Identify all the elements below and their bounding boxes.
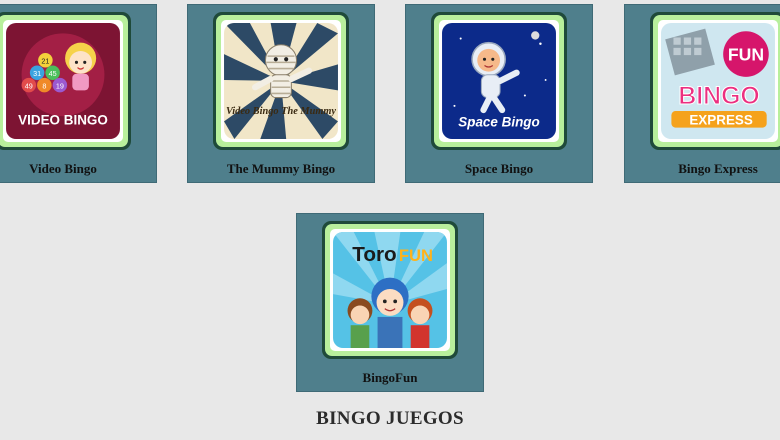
space-bingo-thumbnail[interactable]: Space Bingo (442, 23, 556, 139)
ball-21: 21 (41, 56, 49, 65)
game-card-space-bingo[interactable]: Space Bingo Space Bingo (405, 4, 593, 183)
game-card-bingo-express[interactable]: FUN BINGO EXPRESS Bingo Express (624, 4, 780, 183)
game-card-bingofun[interactable]: Toro FUN BingoFun (296, 213, 484, 392)
ball-8: 8 (42, 81, 46, 90)
game-title[interactable]: Video Bingo (0, 161, 156, 177)
game-title[interactable]: BingoFun (297, 370, 483, 386)
express-art-text: EXPRESS (689, 113, 753, 128)
ball-49: 49 (25, 81, 33, 90)
video-bingo-thumbnail[interactable]: 21 31 45 49 8 19 VIDEO BINGO (6, 23, 120, 139)
section-heading: BINGO JUEGOS (316, 408, 464, 429)
fun-badge-text: FUN (728, 44, 764, 64)
toro-art-text: Toro (352, 243, 396, 266)
mummy-art-text: Video Bingo The Mummy (226, 106, 336, 117)
ball-19: 19 (56, 81, 64, 90)
fun-art-text: FUN (399, 246, 433, 265)
ball-45: 45 (49, 69, 57, 78)
bingo-art-text: BINGO (678, 83, 759, 110)
video-bingo-art-text: VIDEO BINGO (18, 113, 108, 128)
thumbnail-frame: Video Bingo The Mummy (213, 12, 349, 150)
game-title[interactable]: Bingo Express (625, 161, 780, 177)
thumbnail-frame: 21 31 45 49 8 19 VIDEO BINGO (0, 12, 131, 150)
thumbnail-frame: Toro FUN (322, 221, 458, 359)
mummy-art-text-content: Video Bingo The Mummy (226, 106, 336, 117)
bingo-express-thumbnail[interactable]: FUN BINGO EXPRESS (661, 23, 775, 139)
thumbnail-frame: Space Bingo (431, 12, 567, 150)
game-card-video-bingo[interactable]: 21 31 45 49 8 19 VIDEO BINGO Video Bingo (0, 4, 157, 183)
game-title[interactable]: Space Bingo (406, 161, 592, 177)
bingofun-thumbnail[interactable]: Toro FUN (333, 232, 447, 348)
game-card-the-mummy-bingo[interactable]: Video Bingo The Mummy The Mummy Bingo (187, 4, 375, 183)
thumbnail-frame: FUN BINGO EXPRESS (650, 12, 780, 150)
ball-31: 31 (33, 69, 41, 78)
game-title[interactable]: The Mummy Bingo (188, 161, 374, 177)
mummy-bingo-thumbnail[interactable]: Video Bingo The Mummy (224, 23, 338, 139)
space-bingo-art-text: Space Bingo (458, 115, 539, 130)
